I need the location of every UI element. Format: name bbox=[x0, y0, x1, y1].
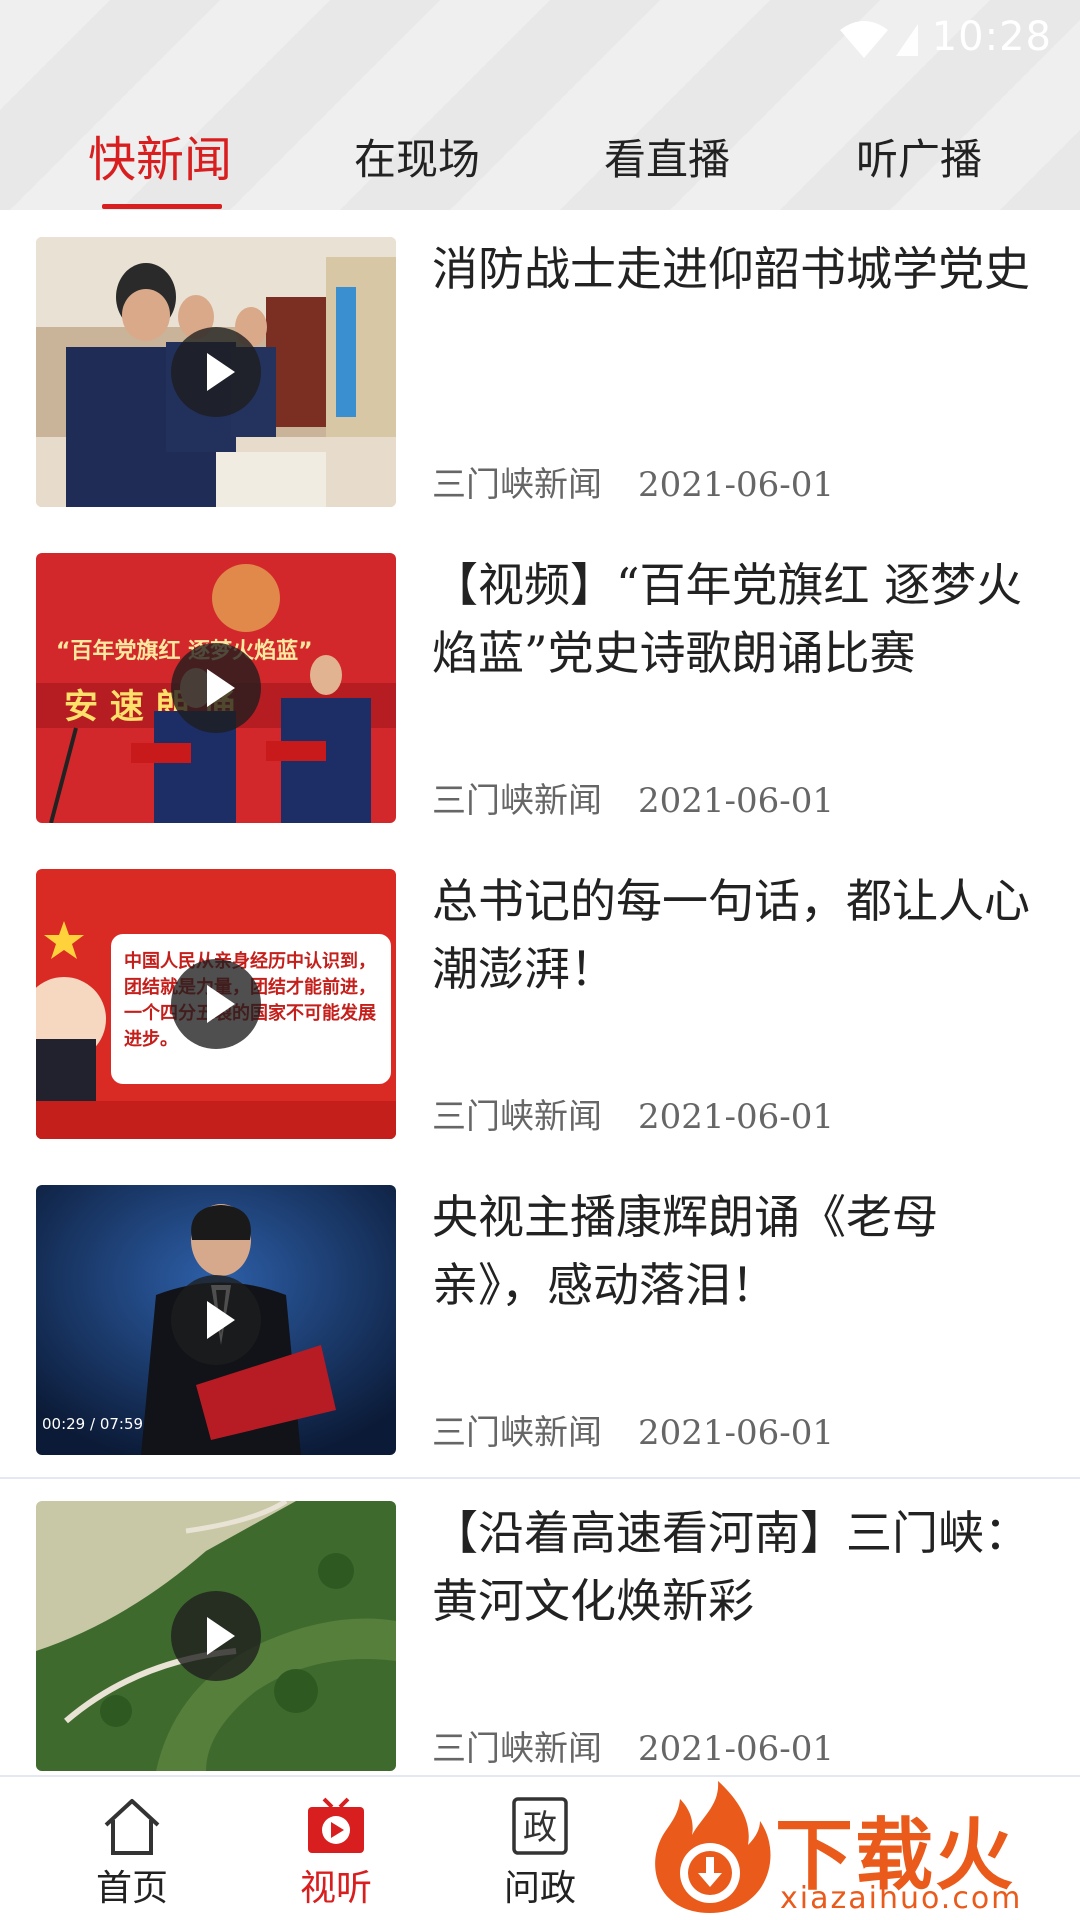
news-source: 三门峡新闻 bbox=[432, 781, 602, 821]
list-item[interactable]: 中国人民从亲身经历中认识到，团结就是力量，团结才能前进，一个四分五裂的国家不可能… bbox=[0, 847, 1080, 1163]
status-bar: 10:28 bbox=[0, 0, 1080, 80]
nav-label: 首页 bbox=[95, 1868, 168, 1909]
top-tabs: 快新闻 在现场 看直播 听广播 bbox=[0, 110, 1080, 210]
news-date: 2021-06-01 bbox=[638, 465, 835, 505]
news-source: 三门峡新闻 bbox=[432, 1413, 602, 1453]
tab-kan-zhibo[interactable]: 看直播 bbox=[582, 120, 752, 200]
news-meta: 三门峡新闻 2021-06-01 bbox=[432, 457, 834, 506]
video-timecode: 00:29 / 07:59 bbox=[42, 1415, 144, 1433]
news-title[interactable]: 【沿着高速看河南】三门峡：黄河文化焕新彩 bbox=[432, 1499, 1032, 1635]
svg-text:政: 政 bbox=[523, 1808, 557, 1848]
play-icon[interactable] bbox=[171, 643, 261, 733]
video-thumbnail[interactable]: 安 速 朗 诵 “百年党旗红 逐梦火焰蓝” bbox=[36, 553, 396, 823]
video-thumbnail[interactable]: 00:29 / 07:59 bbox=[36, 1185, 396, 1455]
xiazaihuo-watermark: 下载火 xiazaihuo.com bbox=[640, 1775, 1080, 1920]
nav-label: 问政 bbox=[503, 1868, 576, 1909]
news-title[interactable]: 央视主播康辉朗诵《老母亲》，感动落泪！ bbox=[432, 1183, 1032, 1319]
news-meta: 三门峡新闻 2021-06-01 bbox=[432, 1405, 834, 1454]
signal-icon bbox=[896, 24, 918, 56]
watermark-url: xiazaihuo.com bbox=[780, 1881, 1023, 1916]
status-time: 10:28 bbox=[931, 14, 1052, 60]
home-icon bbox=[104, 1799, 160, 1855]
active-tab-indicator bbox=[102, 204, 222, 209]
news-meta: 三门峡新闻 2021-06-01 bbox=[432, 1089, 834, 1138]
list-item[interactable]: 消防战士走进仰韶书城学党史 三门峡新闻 2021-06-01 bbox=[0, 215, 1080, 531]
list-item[interactable]: 安 速 朗 诵 “百年党旗红 逐梦火焰蓝” 【视频】“百年党旗红 逐梦火焰蓝”党… bbox=[0, 531, 1080, 847]
play-icon[interactable] bbox=[171, 327, 261, 417]
zheng-icon: 政 bbox=[512, 1797, 568, 1855]
news-meta: 三门峡新闻 2021-06-01 bbox=[432, 773, 834, 822]
news-meta: 三门峡新闻 2021-06-01 bbox=[432, 1721, 834, 1770]
list-item[interactable]: 00:29 / 07:59 央视主播康辉朗诵《老母亲》，感动落泪！ 三门峡新闻 2… bbox=[0, 1163, 1080, 1479]
play-icon[interactable] bbox=[171, 1275, 261, 1365]
tv-play-icon bbox=[308, 1797, 364, 1853]
tab-zai-xianchang[interactable]: 在现场 bbox=[332, 120, 502, 200]
nav-home[interactable]: 首页 bbox=[52, 1777, 212, 1920]
news-date: 2021-06-01 bbox=[638, 781, 835, 821]
tab-kuai-xinwen[interactable]: 快新闻 bbox=[70, 120, 250, 200]
news-source: 三门峡新闻 bbox=[432, 1729, 602, 1769]
tab-ting-guangbo[interactable]: 听广播 bbox=[834, 120, 1004, 200]
nav-video-audio[interactable]: 视听 bbox=[256, 1777, 416, 1920]
nav-wenzheng[interactable]: 政 问政 bbox=[460, 1777, 620, 1920]
news-title[interactable]: 消防战士走进仰韶书城学党史 bbox=[432, 235, 1032, 303]
news-source: 三门峡新闻 bbox=[432, 465, 602, 505]
video-thumbnail[interactable] bbox=[36, 237, 396, 507]
news-date: 2021-06-01 bbox=[638, 1729, 835, 1769]
news-date: 2021-06-01 bbox=[638, 1097, 835, 1137]
header: 10:28 快新闻 在现场 看直播 听广播 bbox=[0, 0, 1080, 210]
news-title[interactable]: 【视频】“百年党旗红 逐梦火焰蓝”党史诗歌朗诵比赛 bbox=[432, 551, 1032, 687]
news-date: 2021-06-01 bbox=[638, 1413, 835, 1453]
nav-label: 视听 bbox=[299, 1868, 372, 1909]
video-thumbnail[interactable] bbox=[36, 1501, 396, 1771]
play-icon[interactable] bbox=[171, 1591, 261, 1681]
news-source: 三门峡新闻 bbox=[432, 1097, 602, 1137]
wifi-icon bbox=[840, 21, 888, 58]
flame-logo-icon bbox=[655, 1781, 771, 1913]
news-title[interactable]: 总书记的每一句话，都让人心潮澎湃！ bbox=[432, 867, 1032, 1003]
list-item[interactable]: 【沿着高速看河南】三门峡：黄河文化焕新彩 三门峡新闻 2021-06-01 bbox=[0, 1479, 1080, 1795]
play-icon[interactable] bbox=[171, 959, 261, 1049]
video-thumbnail[interactable]: 中国人民从亲身经历中认识到，团结就是力量，团结才能前进，一个四分五裂的国家不可能… bbox=[36, 869, 396, 1139]
